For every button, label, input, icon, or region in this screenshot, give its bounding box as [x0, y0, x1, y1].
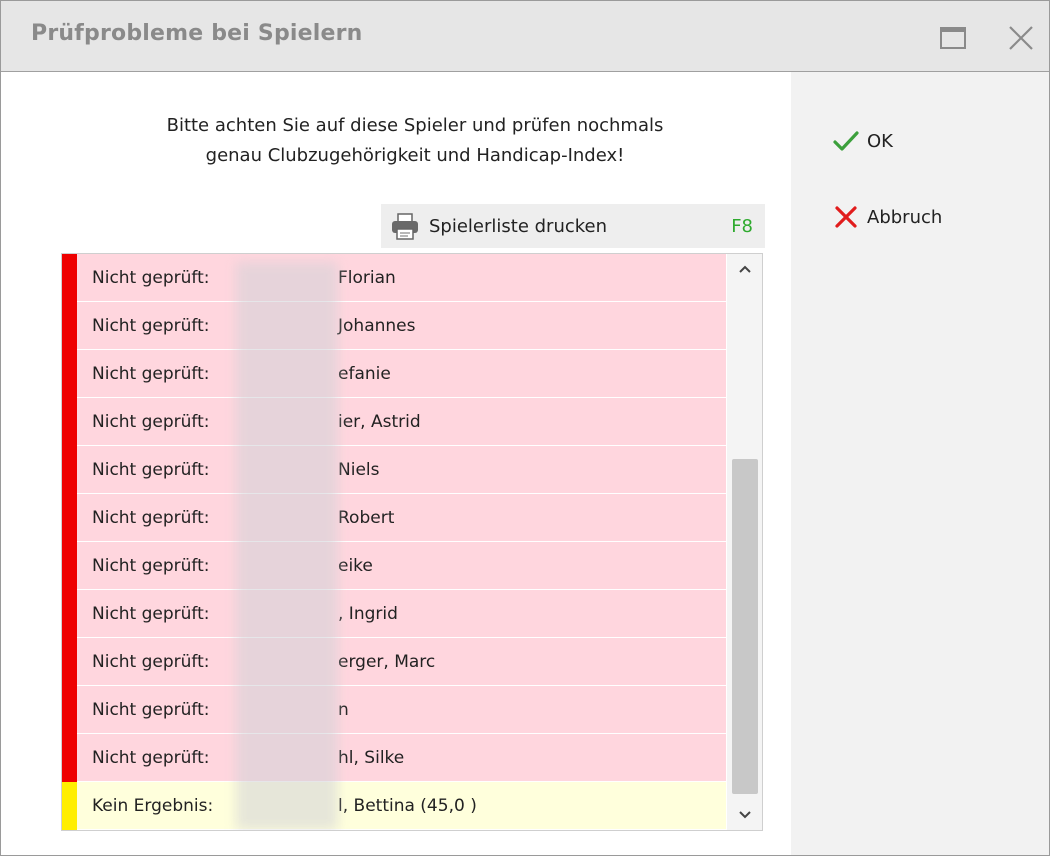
instruction-message: Bitte achten Sie auf diese Spieler und p…: [65, 111, 765, 171]
player-status: Nicht geprüft:: [92, 699, 210, 720]
status-marker: [62, 638, 77, 686]
player-name: l, Bettina (45,0 ): [338, 795, 477, 816]
ok-label: OK: [867, 130, 893, 152]
player-row[interactable]: Nicht geprüft: Florian: [62, 254, 726, 302]
window-title: Prüfprobleme bei Spielern: [31, 21, 363, 46]
status-marker: [62, 782, 77, 830]
ok-button[interactable]: OK: [831, 126, 893, 156]
player-name: erger, Marc: [338, 651, 436, 672]
player-name: Johannes: [338, 315, 416, 336]
chevron-up-icon[interactable]: [727, 254, 762, 284]
player-status: Nicht geprüft:: [92, 555, 210, 576]
player-name: Niels: [338, 459, 380, 480]
player-row[interactable]: Nicht geprüft: , Ingrid: [62, 590, 726, 638]
status-marker: [62, 446, 77, 494]
player-status: Kein Ergebnis:: [92, 795, 214, 816]
status-marker: [62, 542, 77, 590]
action-sidebar: OK Abbruch: [791, 72, 1049, 855]
player-name: Florian: [338, 267, 396, 288]
player-status: Nicht geprüft:: [92, 315, 210, 336]
player-name: n: [338, 699, 349, 720]
print-shortcut: F8: [731, 215, 753, 237]
player-status: Nicht geprüft:: [92, 459, 210, 480]
player-row[interactable]: Nicht geprüft: eike: [62, 542, 726, 590]
player-status: Nicht geprüft:: [92, 507, 210, 528]
dialog-window: Prüfprobleme bei Spielern Bitte achten S…: [0, 0, 1050, 856]
player-row[interactable]: Nicht geprüft: efanie: [62, 350, 726, 398]
player-row[interactable]: Nicht geprüft: ier, Astrid: [62, 398, 726, 446]
close-icon[interactable]: [1006, 23, 1036, 53]
checkmark-icon: [831, 126, 861, 156]
player-status: Nicht geprüft:: [92, 267, 210, 288]
player-row[interactable]: Nicht geprüft: erger, Marc: [62, 638, 726, 686]
list-scrollbar[interactable]: [727, 254, 762, 830]
player-status: Nicht geprüft:: [92, 363, 210, 384]
player-row[interactable]: Kein Ergebnis: l, Bettina (45,0 ): [62, 782, 726, 830]
player-status: Nicht geprüft:: [92, 411, 210, 432]
cancel-label: Abbruch: [867, 206, 943, 228]
message-line-2: genau Clubzugehörigkeit und Handicap-Ind…: [205, 145, 625, 166]
x-icon: [831, 202, 861, 232]
player-status: Nicht geprüft:: [92, 603, 210, 624]
print-label: Spielerliste drucken: [429, 215, 608, 237]
player-row[interactable]: Nicht geprüft: Robert: [62, 494, 726, 542]
player-name: ier, Astrid: [338, 411, 421, 432]
player-rows: Nicht geprüft: Florian Nicht geprüft: Johan…: [62, 254, 726, 830]
maximize-icon[interactable]: [938, 23, 968, 53]
player-name: efanie: [338, 363, 391, 384]
player-list: Nicht geprüft: Florian Nicht geprüft: Johan…: [61, 253, 763, 831]
printer-icon: [392, 213, 418, 240]
print-player-list-button[interactable]: Spielerliste drucken F8: [381, 204, 765, 248]
scrollbar-thumb[interactable]: [732, 459, 758, 794]
cancel-button[interactable]: Abbruch: [831, 202, 942, 232]
player-name: Robert: [338, 507, 395, 528]
player-row[interactable]: Nicht geprüft: n: [62, 686, 726, 734]
player-name: , Ingrid: [338, 603, 398, 624]
status-marker: [62, 350, 77, 398]
player-row[interactable]: Nicht geprüft: hl, Silke: [62, 734, 726, 782]
player-status: Nicht geprüft:: [92, 651, 210, 672]
status-marker: [62, 686, 77, 734]
player-name: eike: [338, 555, 373, 576]
player-row[interactable]: Nicht geprüft: Johannes: [62, 302, 726, 350]
player-row[interactable]: Nicht geprüft: Niels: [62, 446, 726, 494]
player-name: hl, Silke: [338, 747, 405, 768]
status-marker: [62, 302, 77, 350]
player-status: Nicht geprüft:: [92, 747, 210, 768]
status-marker: [62, 734, 77, 782]
status-marker: [62, 494, 77, 542]
status-marker: [62, 254, 77, 302]
chevron-down-icon[interactable]: [727, 800, 762, 830]
message-line-1: Bitte achten Sie auf diese Spieler und p…: [166, 115, 664, 136]
status-marker: [62, 398, 77, 446]
title-bar: Prüfprobleme bei Spielern: [1, 1, 1049, 72]
status-marker: [62, 590, 77, 638]
